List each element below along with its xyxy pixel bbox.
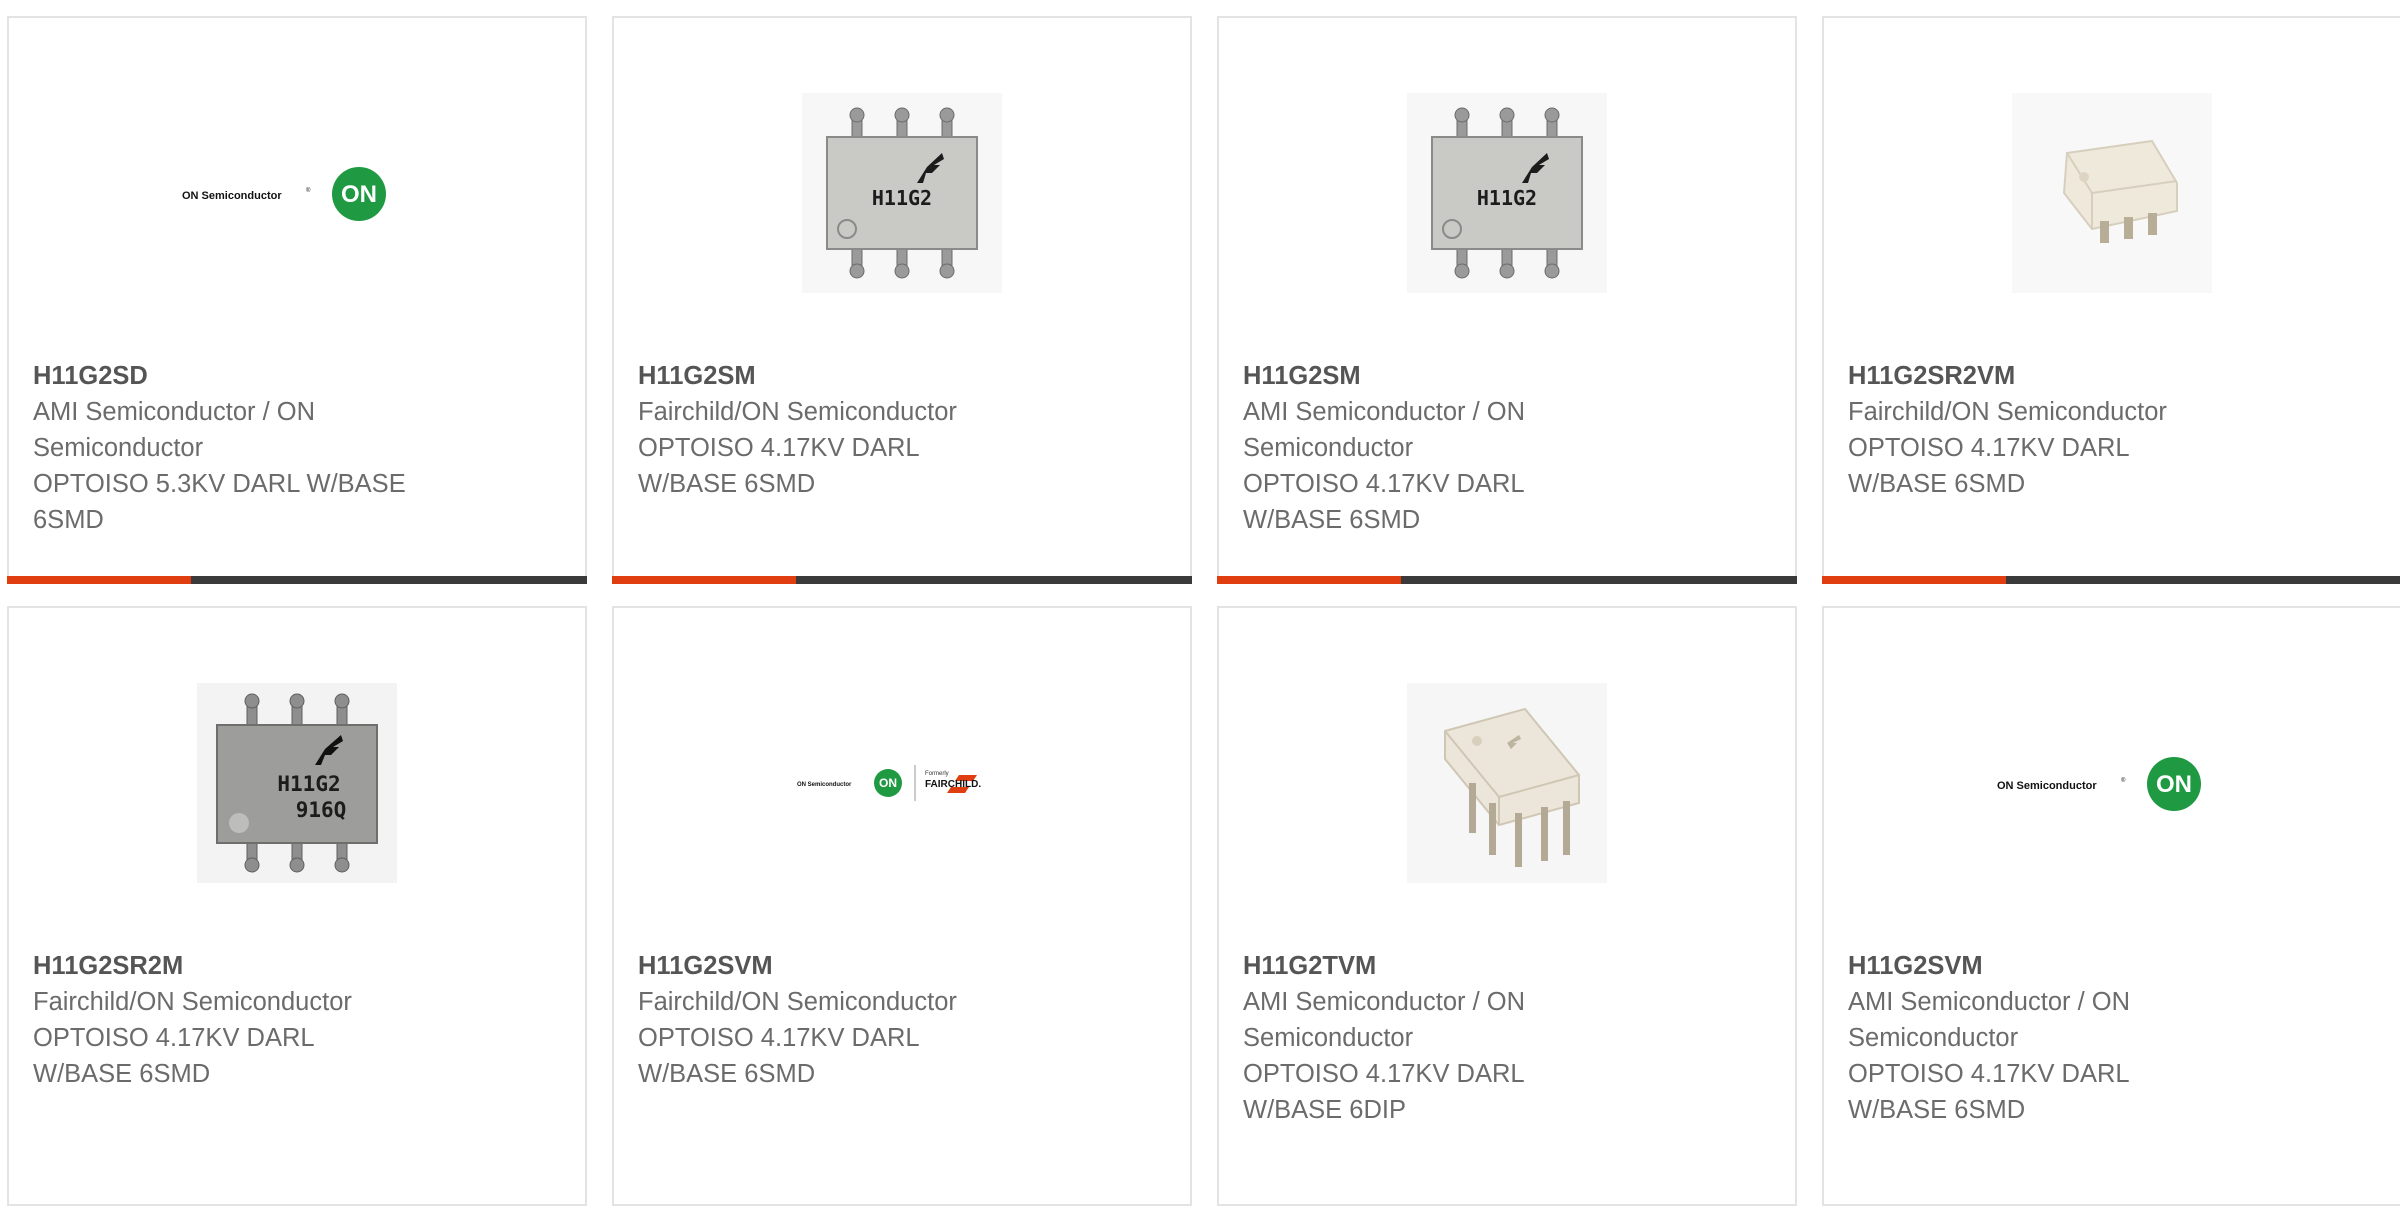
chip-smd-dark-image: H11G2 916Q xyxy=(197,683,397,883)
description: OPTOISO 5.3KV DARL W/BASE xyxy=(33,470,406,498)
card-hover-bar xyxy=(1822,576,2400,584)
description: W/BASE 6SMD xyxy=(1848,470,2026,498)
product-card[interactable]: ON Semiconductor ON Formerly FAIRCHILD. … xyxy=(612,606,1192,1206)
product-image[interactable] xyxy=(1824,88,2400,298)
card-bar-accent xyxy=(1217,576,1401,584)
svg-text:®: ® xyxy=(2121,777,2126,784)
part-number[interactable]: H11G2SD xyxy=(33,358,453,394)
on-semiconductor-logo: ON Semiconductor ® ON xyxy=(182,167,386,221)
product-grid: ON Semiconductor ® ON H11G2SD AMI Semico… xyxy=(7,16,2400,1206)
svg-text:ON: ON xyxy=(2156,771,2192,798)
on-semiconductor-logo: ON Semiconductor ® ON xyxy=(1997,757,2201,811)
card-bar-accent xyxy=(7,576,191,584)
manufacturer: Fairchild/ON Semiconductor xyxy=(638,988,957,1016)
product-image[interactable]: H11G2 916Q xyxy=(9,678,585,888)
description: W/BASE 6SMD xyxy=(638,470,816,498)
description: W/BASE 6SMD xyxy=(1243,506,1421,534)
description: OPTOISO 4.17KV DARL xyxy=(1243,470,1525,498)
part-number[interactable]: H11G2SR2VM xyxy=(1848,358,2268,394)
product-image[interactable]: ON Semiconductor ® ON xyxy=(1824,678,2400,888)
description: W/BASE 6SMD xyxy=(638,1060,816,1088)
card-hover-bar xyxy=(612,576,1192,584)
part-number[interactable]: H11G2TVM xyxy=(1243,948,1663,984)
product-info: H11G2SVM AMI Semiconductor / ON Semicond… xyxy=(1848,948,2268,1128)
manufacturer: Fairchild/ON Semiconductor xyxy=(1848,398,2167,426)
on-fairchild-logo: ON Semiconductor ON Formerly FAIRCHILD. xyxy=(797,765,981,801)
chip-dip-white-image xyxy=(1407,683,1607,883)
manufacturer: Semiconductor xyxy=(1243,1024,1414,1052)
manufacturer: Semiconductor xyxy=(33,434,204,462)
manufacturer: AMI Semiconductor / ON xyxy=(1848,988,2131,1016)
svg-text:H11G2: H11G2 xyxy=(872,186,932,210)
manufacturer: Fairchild/ON Semiconductor xyxy=(638,398,957,426)
svg-text:H11G2: H11G2 xyxy=(1477,186,1537,210)
product-image[interactable]: H11G2 xyxy=(614,88,1190,298)
description: 6SMD xyxy=(33,506,104,534)
product-info: H11G2SD AMI Semiconductor / ON Semicondu… xyxy=(33,358,453,538)
product-card[interactable]: ON Semiconductor ® ON H11G2SD AMI Semico… xyxy=(7,16,587,584)
svg-text:ON Semiconductor: ON Semiconductor xyxy=(1997,780,2097,792)
card-hover-bar xyxy=(7,576,587,584)
product-image[interactable]: ON Semiconductor ® ON xyxy=(9,88,585,298)
product-info: H11G2SR2M Fairchild/ON Semiconductor OPT… xyxy=(33,948,453,1092)
description: W/BASE 6SMD xyxy=(33,1060,211,1088)
product-card[interactable]: ON Semiconductor ® ON H11G2SVM AMI Semic… xyxy=(1822,606,2400,1206)
description: W/BASE 6DIP xyxy=(1243,1096,1406,1124)
part-number[interactable]: H11G2SVM xyxy=(638,948,1058,984)
svg-text:916Q: 916Q xyxy=(296,798,347,822)
svg-text:Formerly: Formerly xyxy=(925,771,949,777)
product-info: H11G2SM AMI Semiconductor / ON Semicondu… xyxy=(1243,358,1663,538)
manufacturer: AMI Semiconductor / ON xyxy=(1243,398,1526,426)
description: OPTOISO 4.17KV DARL xyxy=(638,1024,920,1052)
manufacturer: AMI Semiconductor / ON xyxy=(33,398,316,426)
product-image[interactable]: ON Semiconductor ON Formerly FAIRCHILD. xyxy=(614,678,1190,888)
card-bar-accent xyxy=(1822,576,2006,584)
part-number[interactable]: H11G2SM xyxy=(1243,358,1663,394)
description: W/BASE 6SMD xyxy=(1848,1096,2026,1124)
product-info: H11G2SR2VM Fairchild/ON Semiconductor OP… xyxy=(1848,358,2268,502)
svg-text:H11G2: H11G2 xyxy=(277,772,340,796)
description: OPTOISO 4.17KV DARL xyxy=(1848,1060,2130,1088)
svg-text:ON Semiconductor: ON Semiconductor xyxy=(182,190,282,202)
product-card[interactable]: H11G2 916Q H11G2SR2M Fairchild/ON Semico… xyxy=(7,606,587,1206)
description: OPTOISO 4.17KV DARL xyxy=(1243,1060,1525,1088)
part-number[interactable]: H11G2SVM xyxy=(1848,948,2268,984)
svg-text:®: ® xyxy=(306,187,311,194)
svg-text:FAIRCHILD.: FAIRCHILD. xyxy=(925,779,981,790)
product-image[interactable]: H11G2 xyxy=(1219,88,1795,298)
part-number[interactable]: H11G2SM xyxy=(638,358,1058,394)
manufacturer: AMI Semiconductor / ON xyxy=(1243,988,1526,1016)
svg-text:ON: ON xyxy=(341,181,377,208)
manufacturer: Fairchild/ON Semiconductor xyxy=(33,988,352,1016)
product-card[interactable]: H11G2 H11G2SM Fairchild/ON Semiconductor… xyxy=(612,16,1192,584)
svg-text:ON Semiconductor: ON Semiconductor xyxy=(797,782,852,788)
chip-smd-image: H11G2 xyxy=(1407,93,1607,293)
description: OPTOISO 4.17KV DARL xyxy=(33,1024,315,1052)
part-number[interactable]: H11G2SR2M xyxy=(33,948,453,984)
product-card[interactable]: H11G2TVM AMI Semiconductor / ON Semicond… xyxy=(1217,606,1797,1206)
description: OPTOISO 4.17KV DARL xyxy=(1848,434,2130,462)
description: OPTOISO 4.17KV DARL xyxy=(638,434,920,462)
chip-smd-white-image xyxy=(2012,93,2212,293)
product-info: H11G2SM Fairchild/ON Semiconductor OPTOI… xyxy=(638,358,1058,502)
svg-text:ON: ON xyxy=(879,776,897,790)
card-bar-accent xyxy=(612,576,796,584)
manufacturer: Semiconductor xyxy=(1848,1024,2019,1052)
card-hover-bar xyxy=(1217,576,1797,584)
product-image[interactable] xyxy=(1219,678,1795,888)
product-card[interactable]: H11G2 H11G2SM AMI Semiconductor / ON Sem… xyxy=(1217,16,1797,584)
product-card[interactable]: H11G2SR2VM Fairchild/ON Semiconductor OP… xyxy=(1822,16,2400,584)
chip-smd-image: H11G2 xyxy=(802,93,1002,293)
manufacturer: Semiconductor xyxy=(1243,434,1414,462)
product-info: H11G2TVM AMI Semiconductor / ON Semicond… xyxy=(1243,948,1663,1128)
product-info: H11G2SVM Fairchild/ON Semiconductor OPTO… xyxy=(638,948,1058,1092)
